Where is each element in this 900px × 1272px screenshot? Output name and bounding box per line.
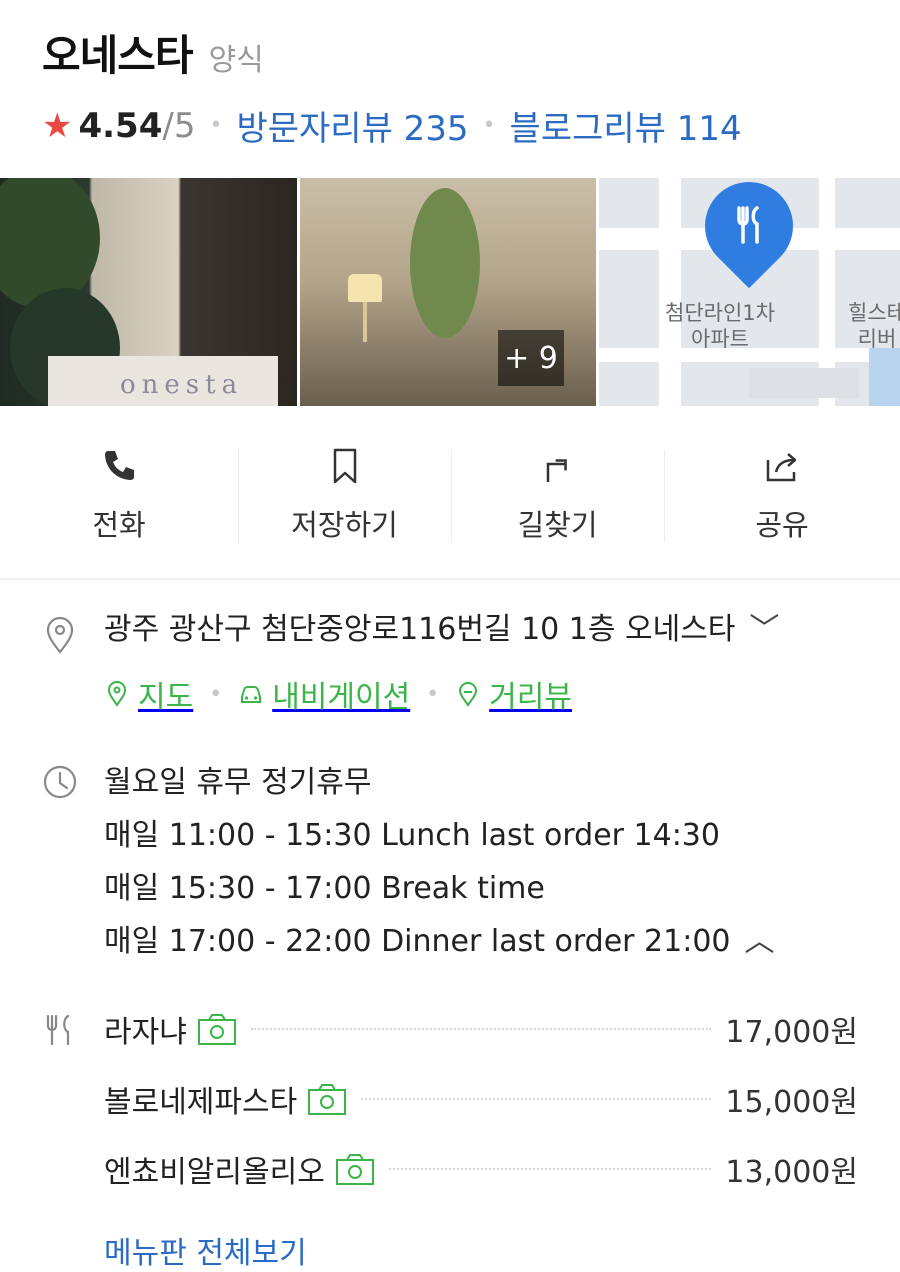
photo-strip: onesta + 9 첨단라인1차 아파트 힐스테 리버 — [0, 178, 900, 406]
plant-shape — [0, 178, 100, 308]
fork-knife-icon — [46, 1014, 70, 1046]
bookmark-icon — [333, 448, 356, 484]
dotted-leader — [250, 1028, 712, 1030]
separator-dot: • — [482, 113, 496, 138]
save-button[interactable]: 저장하기 — [238, 430, 451, 560]
action-bar: 전화 저장하기 길찾기 공유 — [0, 430, 900, 560]
separator-dot: • — [209, 681, 223, 707]
camera-icon[interactable] — [335, 1152, 375, 1186]
camera-icon[interactable] — [197, 1012, 237, 1046]
address-row: 광주 광산구 첨단중앙로116번길 10 1층 오네스타 ﹀ 지도 • 내비게이션… — [0, 610, 900, 716]
address-line[interactable]: 광주 광산구 첨단중앙로116번길 10 1층 오네스타 ﹀ — [104, 610, 900, 650]
hours-line-last: 매일 17:00 - 22:00 Dinner last order 21:00… — [104, 915, 900, 968]
more-photos-badge[interactable]: + 9 — [498, 330, 564, 386]
rating-max: /5 — [162, 105, 196, 146]
photo-exterior[interactable]: onesta — [0, 178, 297, 406]
map-road — [659, 178, 681, 406]
streetview-link[interactable]: 거리뷰 — [455, 672, 572, 716]
map-label-other: 힐스테 리버 — [837, 300, 900, 352]
lamp-base — [363, 302, 367, 342]
photo-interior[interactable]: + 9 — [300, 178, 596, 406]
directions-label: 길찾기 — [517, 508, 598, 542]
star-icon: ★ — [42, 105, 73, 146]
map-label-other-text: 힐스테 리버 — [848, 301, 900, 351]
place-header: 오네스타 양식 ★ 4.54 /5 • 방문자리뷰 235 • 블로그리뷰 11… — [42, 22, 862, 150]
hours-row: 월요일 휴무 정기휴무 매일 11:00 - 15:30 Lunch last … — [0, 756, 900, 968]
hours-line: 매일 11:00 - 15:30 Lunch last order 14:30 — [104, 818, 720, 853]
menu-row: 라자냐 17,000원 볼로네제파스타 15,000원 엔쵸비알리올리오 13,… — [0, 994, 900, 1272]
restaurant-icon — [737, 206, 759, 244]
address-links: 지도 • 내비게이션 • 거리뷰 — [104, 672, 900, 716]
visitor-reviews-link[interactable]: 방문자리뷰 235 — [236, 101, 468, 150]
rating-row: ★ 4.54 /5 • 방문자리뷰 235 • 블로그리뷰 114 — [42, 101, 862, 150]
menu-item-price: 17,000원 — [725, 1015, 858, 1050]
info-section: 광주 광산구 첨단중앙로116번길 10 1층 오네스타 ﹀ 지도 • 내비게이션… — [0, 610, 900, 1272]
rating-score: 4.54 — [78, 105, 163, 146]
streetview-icon — [459, 682, 478, 707]
separator-dot: • — [426, 681, 440, 707]
place-category: 양식 — [208, 43, 264, 78]
map-block — [749, 368, 859, 398]
sign-text: onesta — [120, 370, 244, 400]
navigation-link-label: 내비게이션 — [272, 680, 411, 715]
clock-icon — [43, 765, 77, 799]
share-label: 공유 — [755, 508, 809, 542]
navigation-link[interactable]: 내비게이션 — [238, 672, 410, 716]
map-label-apartment: 첨단라인1차 아파트 — [655, 300, 785, 352]
title-row: 오네스타 양식 — [42, 22, 862, 83]
chevron-up-icon[interactable]: ︿ — [745, 915, 775, 968]
hours-line-text: 매일 17:00 - 22:00 Dinner last order 21:00 — [104, 924, 731, 959]
share-icon — [766, 453, 797, 482]
view-full-menu-link[interactable]: 메뉴판 전체보기 — [104, 1228, 900, 1272]
dotted-leader — [361, 1098, 712, 1100]
menu-item-name: 라자냐 — [104, 1015, 187, 1050]
photo-map[interactable]: 첨단라인1차 아파트 힐스테 리버 — [599, 178, 900, 406]
menu-item[interactable]: 라자냐 17,000원 — [104, 994, 900, 1064]
closed-day: 월요일 휴무 정기휴무 — [104, 765, 372, 800]
directions-button[interactable]: 길찾기 — [451, 430, 664, 560]
plant-shape — [410, 188, 480, 338]
location-pin-icon — [46, 616, 74, 654]
call-label: 전화 — [92, 508, 146, 542]
menu-item[interactable]: 엔쵸비알리올리오 13,000원 — [104, 1134, 900, 1204]
place-name: 오네스타 — [42, 31, 194, 80]
menu-item-price: 15,000원 — [725, 1085, 858, 1120]
share-button[interactable]: 공유 — [664, 430, 900, 560]
chevron-down-icon[interactable]: ﹀ — [749, 610, 779, 650]
map-link[interactable]: 지도 — [104, 672, 193, 716]
blog-reviews-link[interactable]: 블로그리뷰 114 — [510, 101, 742, 150]
camera-icon[interactable] — [307, 1082, 347, 1116]
menu-item-price: 13,000원 — [725, 1155, 858, 1190]
phone-icon — [105, 451, 134, 480]
address-text: 광주 광산구 첨단중앙로116번길 10 1층 오네스타 — [104, 612, 736, 647]
map-water — [869, 348, 900, 406]
save-label: 저장하기 — [291, 508, 398, 542]
hours-line: 매일 15:30 - 17:00 Break time — [104, 871, 545, 906]
menu-item-name: 볼로네제파스타 — [104, 1085, 298, 1120]
map-label-apartment-text: 첨단라인1차 아파트 — [665, 301, 775, 351]
car-icon — [241, 686, 262, 703]
dotted-leader — [388, 1168, 712, 1170]
menu-item-name: 엔쵸비알리올리오 — [104, 1155, 325, 1190]
map-pin-icon — [107, 681, 127, 707]
lamp-shape — [348, 274, 382, 302]
map-link-label: 지도 — [138, 680, 194, 715]
call-button[interactable]: 전화 — [0, 430, 238, 560]
streetview-link-label: 거리뷰 — [489, 680, 572, 715]
section-divider — [0, 578, 900, 580]
directions-icon — [546, 459, 567, 482]
separator-dot: • — [209, 113, 223, 138]
menu-item[interactable]: 볼로네제파스타 15,000원 — [104, 1064, 900, 1134]
